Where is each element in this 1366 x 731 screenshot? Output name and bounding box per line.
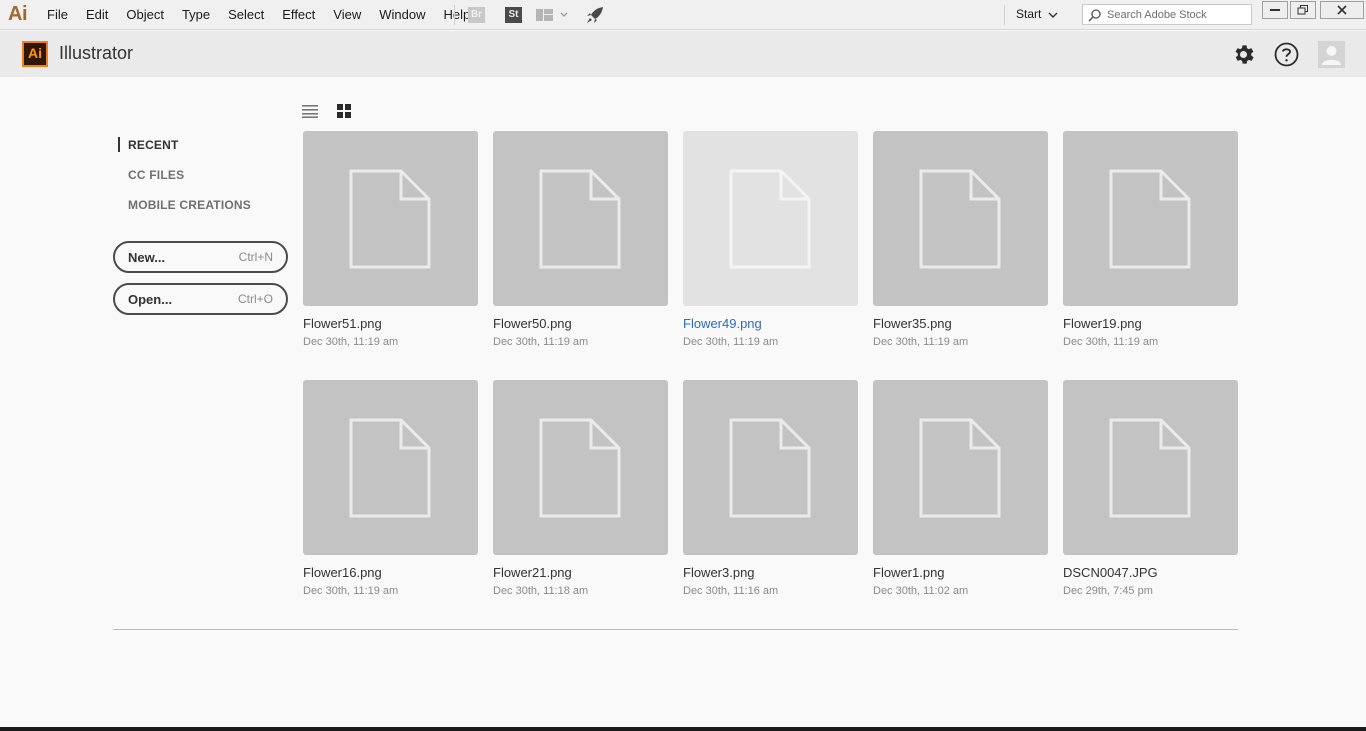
document-icon [349, 169, 431, 269]
menu-select[interactable]: Select [219, 0, 273, 29]
rocket-icon[interactable] [586, 6, 604, 24]
file-date: Dec 30th, 11:19 am [303, 336, 399, 348]
file-name[interactable]: Flower19.png [1063, 316, 1238, 331]
grid-view-icon[interactable] [336, 103, 352, 119]
nav-mobile-creations[interactable]: MOBILE CREATIONS [128, 198, 251, 212]
file-thumbnail[interactable] [1063, 131, 1238, 306]
menu-object[interactable]: Object [117, 0, 173, 29]
file-name[interactable]: Flower21.png [493, 565, 668, 580]
file-thumbnail[interactable] [683, 380, 858, 555]
file-date: Dec 29th, 7:45 pm [1063, 585, 1153, 597]
user-icon [1322, 46, 1341, 65]
file-tile[interactable]: Flower3.png Dec 30th, 11:16 am [683, 380, 858, 597]
document-icon [539, 169, 621, 269]
toolbar-separator [1004, 5, 1005, 25]
file-date: Dec 30th, 11:18 am [493, 585, 589, 597]
file-thumbnail[interactable] [1063, 380, 1238, 555]
file-tile[interactable]: Flower21.png Dec 30th, 11:18 am [493, 380, 668, 597]
file-thumbnail[interactable] [303, 380, 478, 555]
menu-window[interactable]: Window [370, 0, 434, 29]
document-icon [919, 169, 1001, 269]
file-name[interactable]: Flower16.png [303, 565, 478, 580]
file-tile[interactable]: Flower50.png Dec 30th, 11:19 am [493, 131, 668, 348]
file-name[interactable]: Flower35.png [873, 316, 1048, 331]
file-thumbnail[interactable] [303, 131, 478, 306]
search-input[interactable] [1107, 7, 1247, 22]
search-icon [1088, 9, 1101, 22]
document-icon [539, 418, 621, 518]
file-name[interactable]: Flower1.png [873, 565, 1048, 580]
file-date: Dec 30th, 11:19 am [303, 585, 399, 597]
document-icon [729, 169, 811, 269]
restore-button[interactable] [1290, 1, 1316, 19]
menu-type[interactable]: Type [173, 0, 219, 29]
user-avatar[interactable] [1318, 41, 1345, 68]
open-shortcut: Ctrl+O [237, 292, 273, 306]
help-icon[interactable] [1274, 42, 1299, 67]
workspace-icon[interactable] [536, 8, 570, 22]
stock-button[interactable]: St [505, 7, 522, 23]
file-name[interactable]: Flower50.png [493, 316, 668, 331]
new-file-button[interactable]: New... Ctrl+N [113, 241, 288, 273]
bridge-button[interactable]: Br [468, 7, 485, 23]
file-thumbnail[interactable] [873, 131, 1048, 306]
menu-bar: Ai File Edit Object Type Select Effect V… [0, 0, 1366, 30]
taskbar-edge [0, 727, 1366, 731]
document-icon [919, 418, 1001, 518]
gear-icon[interactable] [1231, 42, 1256, 67]
chevron-down-icon[interactable] [1048, 11, 1058, 19]
file-tile[interactable]: Flower35.png Dec 30th, 11:19 am [873, 131, 1048, 348]
file-tile[interactable]: Flower1.png Dec 30th, 11:02 am [873, 380, 1048, 597]
content-divider [113, 629, 1238, 630]
toolbar-separator [454, 5, 455, 25]
nav-cc-files[interactable]: CC FILES [128, 168, 184, 182]
close-icon [1337, 5, 1347, 15]
file-tile[interactable]: Flower49.png Dec 30th, 11:19 am [683, 131, 858, 348]
file-date: Dec 30th, 11:19 am [873, 336, 969, 348]
file-tile[interactable]: DSCN0047.JPG Dec 29th, 7:45 pm [1063, 380, 1238, 597]
nav-recent[interactable]: RECENT [128, 138, 179, 152]
file-date: Dec 30th, 11:19 am [1063, 336, 1159, 348]
file-thumbnail[interactable] [683, 131, 858, 306]
restore-icon [1297, 5, 1308, 15]
file-date: Dec 30th, 11:19 am [683, 336, 779, 348]
app-header: Ai Illustrator [0, 31, 1366, 77]
file-date: Dec 30th, 11:19 am [493, 336, 589, 348]
file-name[interactable]: DSCN0047.JPG [1063, 565, 1238, 580]
file-name[interactable]: Flower49.png [683, 316, 858, 331]
menu-list: File Edit Object Type Select Effect View… [38, 0, 479, 29]
minimize-icon [1270, 9, 1280, 11]
menu-view[interactable]: View [324, 0, 370, 29]
menu-effect[interactable]: Effect [273, 0, 324, 29]
new-shortcut: Ctrl+N [238, 250, 273, 264]
minimize-button[interactable] [1262, 1, 1288, 19]
workspace-switcher[interactable]: Start [1016, 0, 1041, 29]
file-tile[interactable]: Flower51.png Dec 30th, 11:19 am [303, 131, 478, 348]
file-tile[interactable]: Flower16.png Dec 30th, 11:19 am [303, 380, 478, 597]
menu-edit[interactable]: Edit [77, 0, 117, 29]
file-thumbnail[interactable] [493, 131, 668, 306]
app-menu-logo[interactable]: Ai [8, 3, 28, 26]
file-name[interactable]: Flower3.png [683, 565, 858, 580]
document-icon [729, 418, 811, 518]
file-name[interactable]: Flower51.png [303, 316, 478, 331]
file-thumbnail[interactable] [493, 380, 668, 555]
file-tile[interactable]: Flower19.png Dec 30th, 11:19 am [1063, 131, 1238, 348]
new-button-label: New... [128, 250, 166, 265]
app-title: Illustrator [59, 43, 134, 63]
document-icon [349, 418, 431, 518]
close-button[interactable] [1320, 1, 1364, 19]
stock-search[interactable] [1082, 4, 1252, 25]
illustrator-logo: Ai [22, 41, 48, 67]
document-icon [1109, 418, 1191, 518]
file-date: Dec 30th, 11:16 am [683, 585, 779, 597]
open-button-label: Open... [128, 292, 173, 307]
file-thumbnail[interactable] [873, 380, 1048, 555]
open-file-button[interactable]: Open... Ctrl+O [113, 283, 288, 315]
list-view-icon[interactable] [302, 104, 318, 118]
menu-file[interactable]: File [38, 0, 77, 29]
file-date: Dec 30th, 11:02 am [873, 585, 969, 597]
document-icon [1109, 169, 1191, 269]
active-nav-marker [118, 137, 120, 152]
